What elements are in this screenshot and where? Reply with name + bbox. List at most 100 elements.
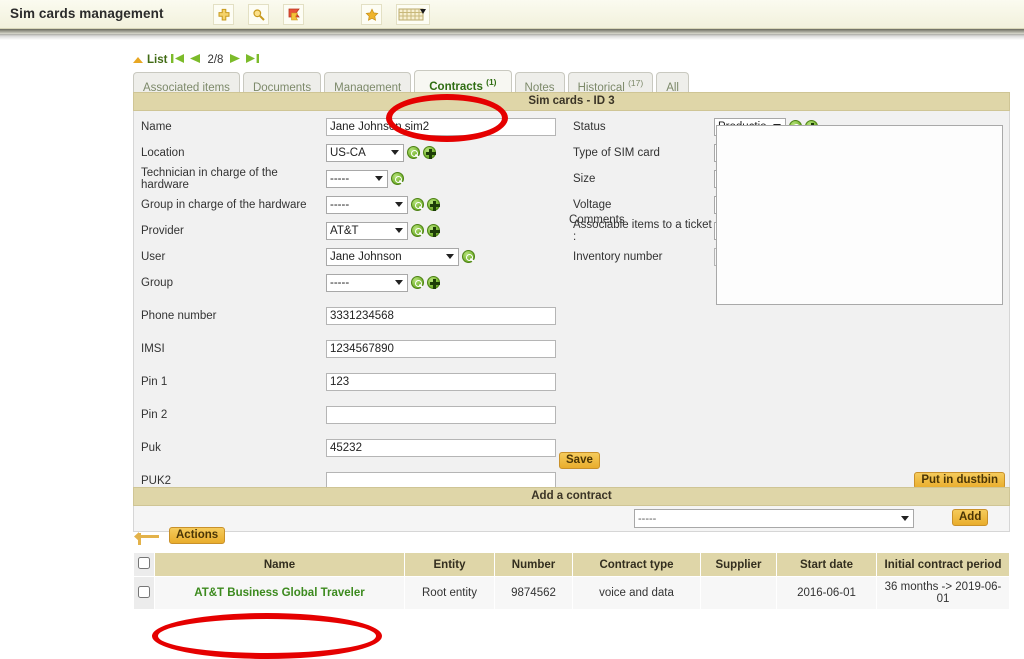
actions-button[interactable]: Actions	[169, 527, 226, 544]
contracts-table: Name Entity Number Contract type Supplie…	[133, 552, 1010, 610]
tab-count: (1)	[486, 77, 497, 87]
select-all-checkbox[interactable]	[138, 557, 150, 569]
location-add-icon[interactable]	[423, 146, 436, 159]
location-select[interactable]: US-CA	[326, 143, 404, 162]
pin2-input[interactable]	[326, 405, 556, 424]
field-row-name: Name	[134, 116, 566, 137]
form-right-column: Status Production Type of SIM card	[566, 111, 1010, 305]
column-header-name[interactable]: Name	[154, 552, 405, 577]
add-icon[interactable]	[213, 4, 234, 25]
location-search-icon[interactable]	[407, 146, 420, 159]
field-row-puk: Puk	[134, 437, 566, 458]
tab-count: (17)	[628, 78, 644, 88]
add-icon-glyph	[218, 8, 229, 20]
pin2-control	[326, 405, 556, 424]
field-row-group-hardware: Group in charge of the hardware -----	[134, 194, 566, 215]
favorite-star-icon[interactable]	[361, 4, 382, 25]
imsi-label: IMSI	[141, 342, 165, 355]
technician-label: Technician in charge of the hardware	[141, 166, 278, 191]
table-row: AT&T Business Global Traveler Root entit…	[133, 576, 1010, 610]
voltage-label: Voltage	[573, 198, 612, 211]
cell-contract-name[interactable]: AT&T Business Global Traveler	[154, 576, 405, 610]
inventory-label: Inventory number	[573, 250, 663, 263]
cell-contract-type: voice and data	[572, 576, 701, 610]
group-add-icon[interactable]	[427, 276, 440, 289]
chevron-down-icon	[391, 150, 399, 155]
last-record-icon[interactable]	[245, 53, 260, 67]
name-control	[326, 117, 556, 136]
phone-input[interactable]	[326, 306, 556, 325]
add-contract-block: Add a contract ----- Add	[133, 487, 1010, 532]
previous-record-icon[interactable]	[189, 53, 201, 67]
column-header-start-date[interactable]: Start date	[776, 552, 877, 577]
page-content: List 2/8 Associated items Documents Mana…	[0, 40, 1024, 659]
puk-input[interactable]	[326, 438, 556, 457]
comments-textarea[interactable]	[716, 125, 1003, 305]
column-header-supplier[interactable]: Supplier	[700, 552, 777, 577]
group-select[interactable]: -----	[326, 273, 408, 292]
pin1-label: Pin 1	[141, 375, 168, 388]
technician-select[interactable]: -----	[326, 169, 388, 188]
user-label: User	[141, 250, 166, 263]
contract-name-link[interactable]: AT&T Business Global Traveler	[194, 587, 364, 599]
comments-label: Comments	[569, 214, 625, 226]
chevron-down-icon	[395, 280, 403, 285]
row-select-cell[interactable]	[133, 576, 155, 610]
first-record-icon[interactable]	[171, 53, 185, 67]
chevron-down-icon	[395, 202, 403, 207]
provider-add-icon[interactable]	[427, 224, 440, 237]
group-search-icon[interactable]	[411, 276, 424, 289]
list-link[interactable]: List	[147, 54, 167, 66]
column-header-number[interactable]: Number	[494, 552, 573, 577]
grid-dropdown-icon-glyph	[398, 8, 426, 21]
provider-select[interactable]: AT&T	[326, 221, 408, 240]
group-hardware-select[interactable]: -----	[326, 195, 408, 214]
app-title: Sim cards management	[10, 6, 164, 21]
field-row-location: Location US-CA	[134, 142, 566, 163]
previous-record-glyph	[190, 54, 201, 63]
group-hardware-search-icon[interactable]	[411, 198, 424, 211]
record-navigation: List 2/8	[133, 53, 260, 67]
next-record-icon[interactable]	[229, 53, 241, 67]
save-button[interactable]: Save	[559, 452, 600, 469]
user-search-icon[interactable]	[462, 250, 475, 263]
grid-dropdown-icon[interactable]	[396, 4, 430, 25]
puk2-label: PUK2	[141, 474, 172, 487]
pin2-label: Pin 2	[141, 408, 168, 421]
provider-label: Provider	[141, 224, 184, 237]
user-select[interactable]: Jane Johnson	[326, 247, 459, 266]
add-contract-select[interactable]: -----	[634, 509, 914, 528]
search-icon[interactable]	[248, 4, 269, 25]
first-record-glyph	[171, 54, 185, 63]
select-all-header[interactable]	[133, 552, 155, 577]
technician-search-icon[interactable]	[391, 172, 404, 185]
column-header-entity[interactable]: Entity	[404, 552, 495, 577]
field-row-technician: Technician in charge of the hardware ---…	[134, 166, 566, 191]
imsi-input[interactable]	[326, 339, 556, 358]
field-row-imsi: IMSI	[134, 338, 566, 359]
location-value: US-CA	[330, 146, 366, 159]
bookmark-flag-icon[interactable]	[283, 4, 304, 25]
column-header-initial-period[interactable]: Initial contract period	[876, 552, 1010, 577]
provider-search-icon[interactable]	[411, 224, 424, 237]
field-row-group: Group -----	[134, 272, 566, 293]
name-input[interactable]	[326, 117, 556, 136]
row-checkbox[interactable]	[138, 585, 150, 598]
contracts-table-body: AT&T Business Global Traveler Root entit…	[133, 576, 1010, 610]
add-contract-select-value: -----	[638, 512, 657, 525]
pin1-input[interactable]	[326, 372, 556, 391]
provider-control: AT&T	[326, 221, 440, 240]
field-row-pin2: Pin 2	[134, 404, 566, 425]
contracts-table-head: Name Entity Number Contract type Supplie…	[133, 552, 1010, 577]
chevron-down-icon	[375, 176, 383, 181]
group-hardware-add-icon[interactable]	[427, 198, 440, 211]
chevron-down-icon	[395, 228, 403, 233]
last-record-glyph	[246, 54, 260, 63]
collapse-up-icon[interactable]	[133, 57, 143, 63]
panel-title: Sim cards - ID 3	[133, 92, 1010, 111]
column-header-contract-type[interactable]: Contract type	[572, 552, 701, 577]
user-value: Jane Johnson	[330, 250, 402, 263]
add-contract-button[interactable]: Add	[952, 509, 989, 526]
add-contract-body: ----- Add	[133, 506, 1010, 532]
name-label: Name	[141, 120, 172, 133]
